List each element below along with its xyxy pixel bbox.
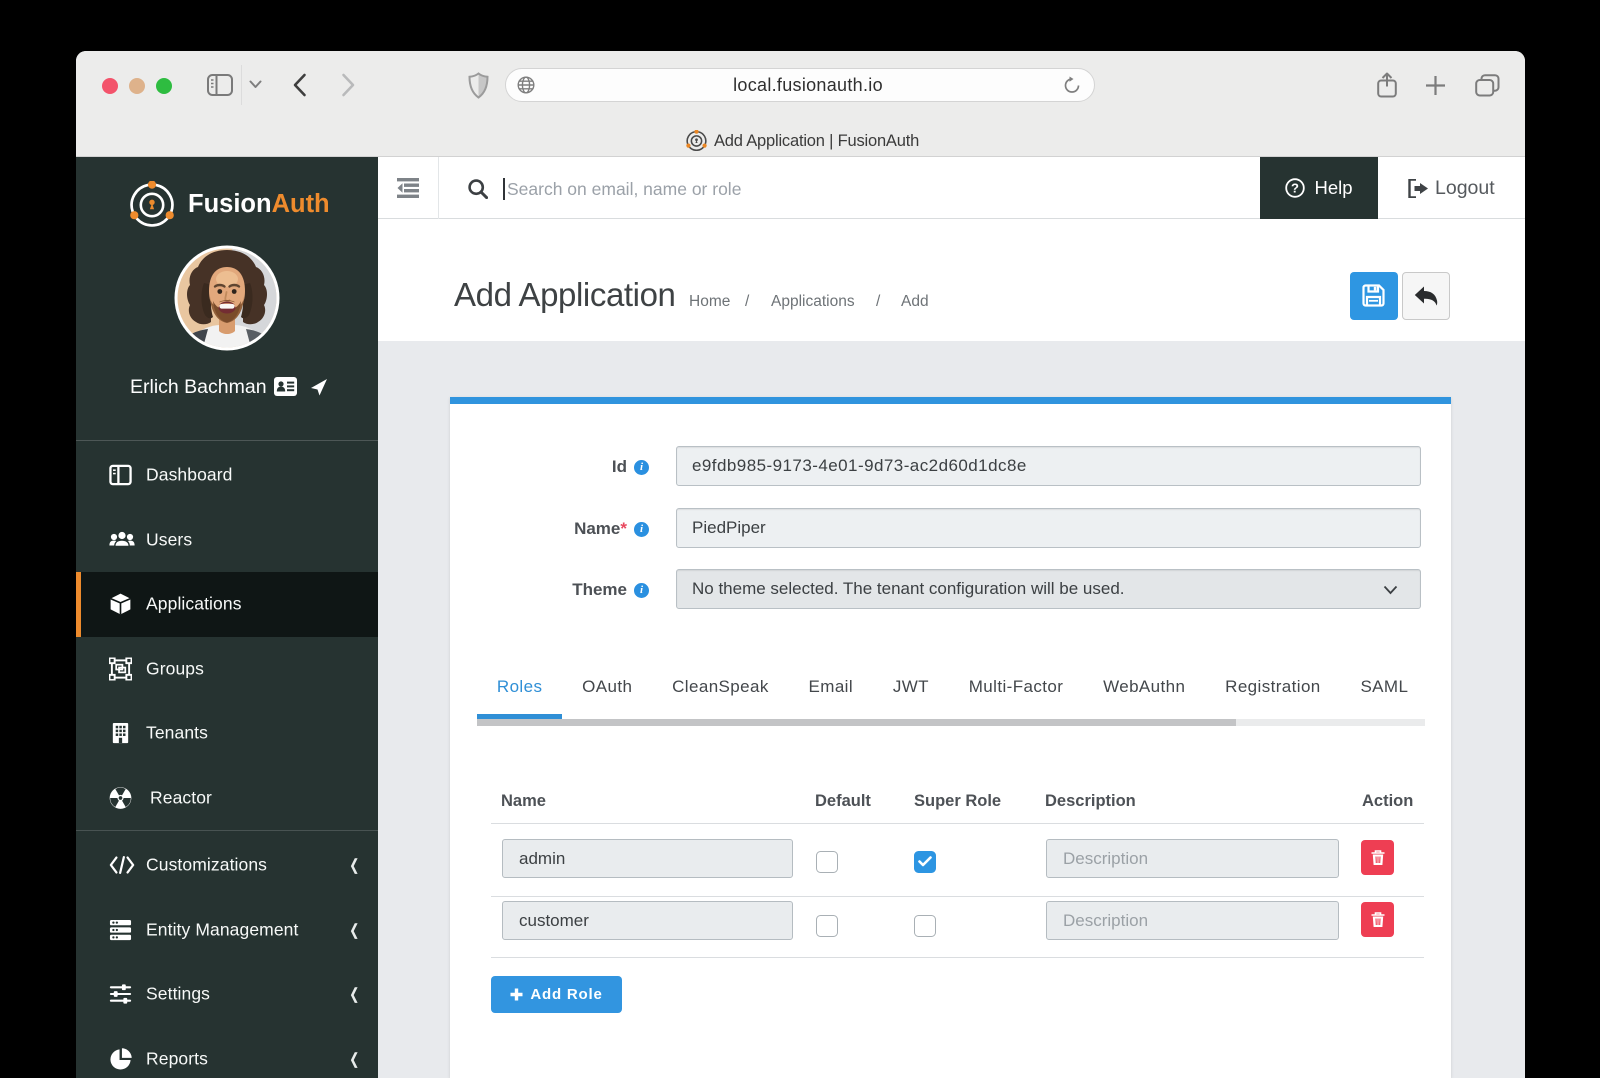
svg-text:?: ? xyxy=(1291,181,1299,196)
